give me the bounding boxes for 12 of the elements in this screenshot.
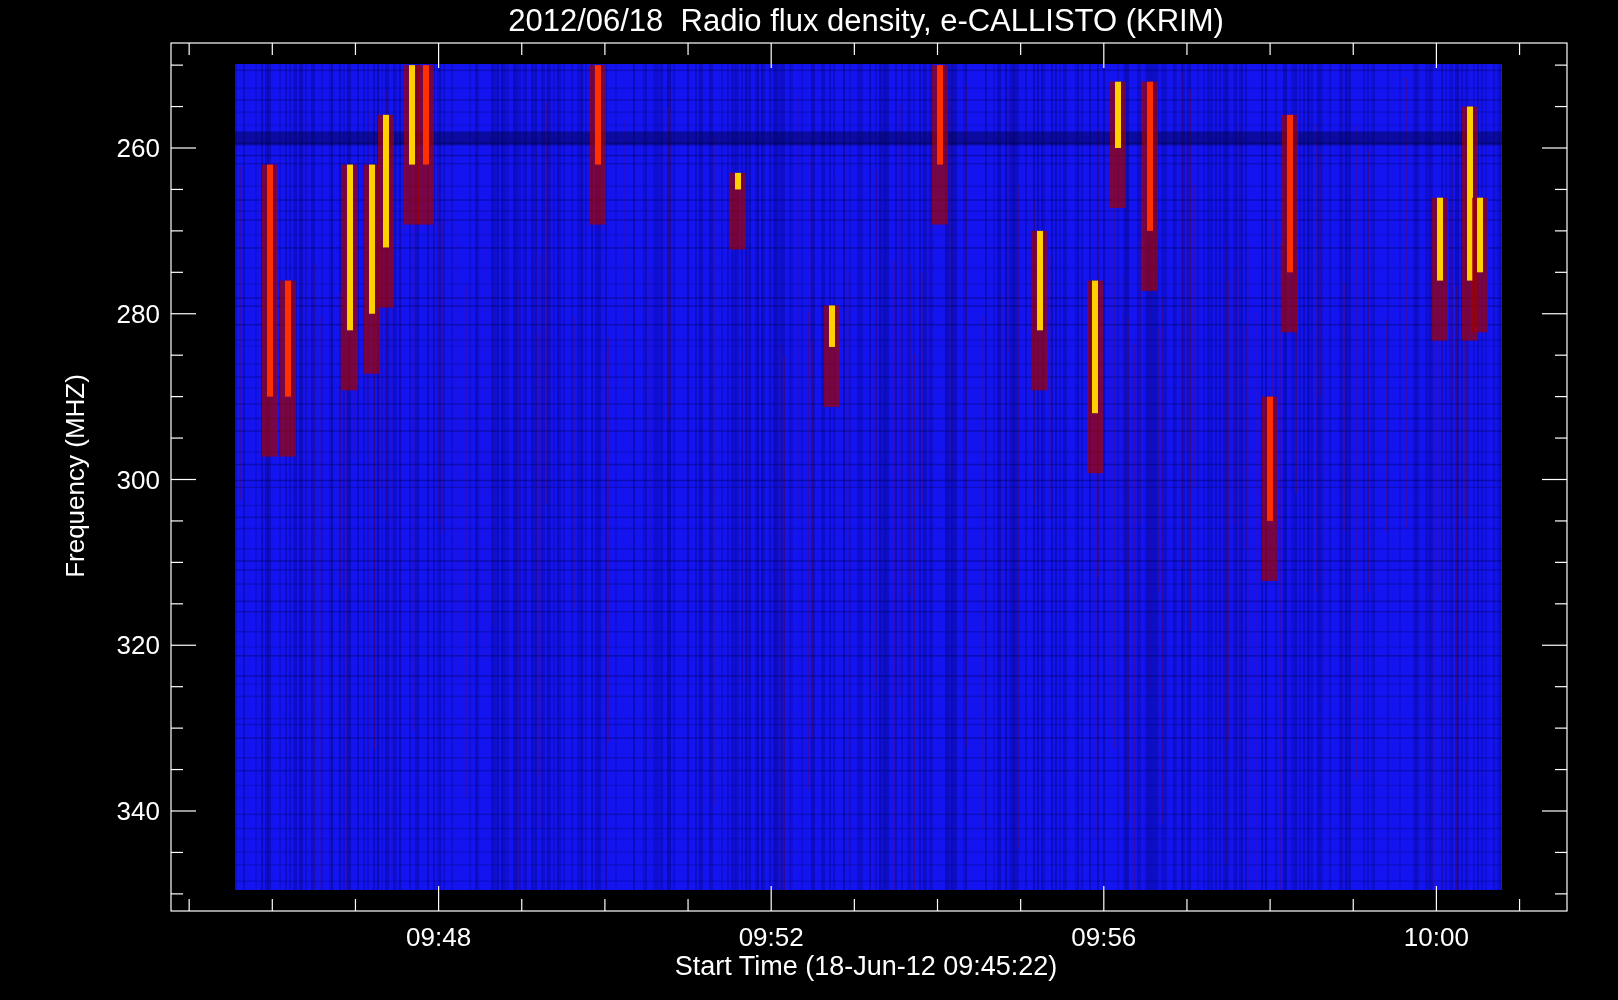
y-tick-label: 260 — [116, 133, 160, 163]
y-tick-label: 320 — [116, 630, 160, 661]
y-tick-label: 300 — [116, 464, 160, 495]
y-axis-label: Frequency (MHZ) — [60, 374, 90, 578]
y-tick-label: 280 — [116, 298, 160, 329]
x-axis-label: Start Time (18-Jun-12 09:45:22) — [674, 951, 1058, 981]
x-tick-label: 09:52 — [738, 922, 804, 952]
chart-title: 2012/06/18 Radio flux density, e-CALLISTO (KRIM) — [508, 3, 1224, 38]
y-tick-label: 340 — [116, 796, 160, 826]
x-tick-label: 09:48 — [406, 922, 472, 952]
x-tick-label: 10:00 — [1403, 922, 1469, 952]
x-tick-label: 09:56 — [1071, 922, 1137, 952]
